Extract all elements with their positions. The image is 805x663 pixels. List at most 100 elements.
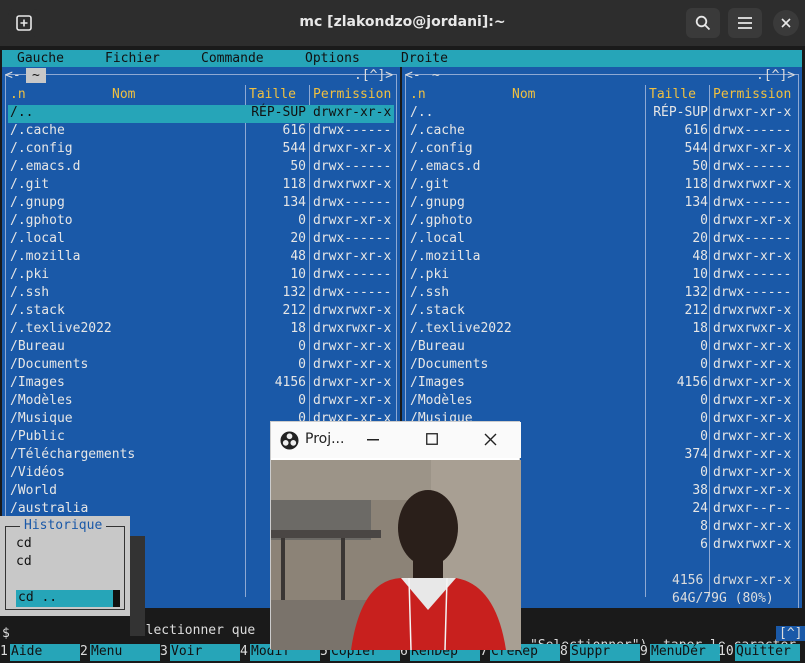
file-row[interactable]: /.gnupg 134 drwx------ [8,195,394,213]
file-row[interactable]: /.git 118 drwxrwxr-x [8,177,394,195]
file-size: 0 [700,465,708,480]
file-size: 4156 [274,375,306,390]
close-icon[interactable] [484,433,497,446]
file-row[interactable]: /.cache 616 drwx------ [408,123,796,141]
file-size: 616 [684,123,708,138]
hamburger-icon [738,17,752,29]
fkey-3[interactable]: 3 Voir [160,644,240,662]
menu-fichier[interactable]: Fichier [105,51,160,66]
file-row[interactable]: /.. RÉP-SUP drwxr-xr-x [8,105,394,123]
fkey-label: Quitter [735,644,800,661]
file-row[interactable]: /.stack 212 drwxrwxr-x [408,303,796,321]
file-name: /.. [410,105,434,120]
webcam-frame [271,460,521,650]
col-name[interactable]: Nom [512,87,535,102]
file-permission: drwx------ [713,159,792,174]
file-permission: drwx------ [313,195,392,210]
file-row[interactable]: /Images 4156 drwxr-xr-x [408,375,796,393]
close-icon [781,18,791,28]
panel-corner[interactable]: .[^]> [354,68,393,83]
file-size: 6 [700,537,708,552]
fkey-10[interactable]: 10 Quitter [718,644,800,662]
panel-path[interactable]: ~ [432,68,440,83]
history-popup[interactable]: Historique cd cd cd .. [0,516,130,616]
close-window-button[interactable] [773,10,799,36]
panel-corner[interactable]: .[^]> [756,68,795,83]
menu-droite[interactable]: Droite [401,51,448,66]
col-perm[interactable]: Permission [713,87,791,102]
panel-left-arrow[interactable]: <- [5,68,21,83]
prompt-history-button[interactable]: [^] [776,626,805,641]
maximize-icon[interactable] [426,433,438,445]
file-row[interactable]: /.mozilla 48 drwxr-xr-x [408,249,796,267]
file-row[interactable]: /.gnupg 134 drwx------ [408,195,796,213]
file-row[interactable]: /.pki 10 drwx------ [8,267,394,285]
file-row[interactable]: /.local 20 drwx------ [8,231,394,249]
file-row[interactable]: /.gphoto 0 drwxr-xr-x [8,213,394,231]
window-title: mc [zlakondzo@jordani]:~ [299,14,506,30]
file-row[interactable]: /.mozilla 48 drwxr-xr-x [8,249,394,267]
file-row[interactable]: /.git 118 drwxrwxr-x [408,177,796,195]
file-row[interactable]: /Documents 0 drwxr-xr-x [408,357,796,375]
file-row[interactable]: /.ssh 132 drwx------ [8,285,394,303]
file-size: 10 [290,267,306,282]
menu-commande[interactable]: Commande [201,51,264,66]
col-name[interactable]: Nom [112,87,135,102]
history-item-selected[interactable]: cd .. [16,590,114,607]
file-row[interactable]: /Bureau 0 drwxr-xr-x [408,339,796,357]
file-row[interactable]: /.pki 10 drwx------ [408,267,796,285]
sort-indicator[interactable]: .n [10,87,26,102]
col-perm[interactable]: Permission [313,87,391,102]
file-row[interactable]: /.local 20 drwx------ [408,231,796,249]
menu-options[interactable]: Options [305,51,360,66]
file-name: /Images [410,375,465,390]
history-item[interactable]: cd [16,536,32,551]
panel-path[interactable]: ~ [26,68,46,83]
file-row[interactable]: /Images 4156 drwxr-xr-x [8,375,394,393]
file-row[interactable]: /Modèles 0 drwxr-xr-x [8,393,394,411]
file-row[interactable]: /Documents 0 drwxr-xr-x [8,357,394,375]
projector-window[interactable]: Proj... [270,421,521,650]
file-permission: drwxr-xr-x [713,141,792,156]
file-row[interactable]: /.gphoto 0 drwxr-xr-x [408,213,796,231]
fkey-9[interactable]: 9 MenuDér [640,644,720,662]
file-size: 10 [692,267,708,282]
fkey-1[interactable]: 1 Aide [0,644,80,662]
file-row[interactable]: /.emacs.d 50 drwx------ [408,159,796,177]
hamburger-menu-button[interactable] [728,8,762,38]
history-scrollbar[interactable] [113,590,120,607]
col-size[interactable]: Taille [249,87,296,102]
sort-indicator[interactable]: .n [410,87,426,102]
file-size: 132 [684,285,708,300]
file-row[interactable]: /.cache 616 drwx------ [8,123,394,141]
file-size: 0 [700,339,708,354]
file-row[interactable]: /Bureau 0 drwxr-xr-x [8,339,394,357]
file-permission: drwxr--r-- [713,501,792,516]
fkey-2[interactable]: 2 Menu [80,644,160,662]
panel-left-arrow[interactable]: <- [405,68,421,83]
col-size[interactable]: Taille [649,87,696,102]
file-row[interactable]: /.stack 212 drwxrwxr-x [8,303,394,321]
mc-menubar: Gauche Fichier Commande Options Droite [2,50,802,67]
file-row[interactable]: /.texlive2022 18 drwxrwxr-x [408,321,796,339]
file-permission: drwx------ [313,231,392,246]
file-size: 616 [282,123,306,138]
file-name: /.config [10,141,73,156]
file-row[interactable]: /.config 544 drwxr-xr-x [8,141,394,159]
menu-gauche[interactable]: Gauche [17,51,64,66]
history-item[interactable]: cd [16,554,32,569]
minimize-icon[interactable] [367,439,379,441]
fkey-8[interactable]: 8 Suppr [560,644,640,662]
file-row[interactable]: /.emacs.d 50 drwx------ [8,159,394,177]
file-size: 48 [692,249,708,264]
file-row[interactable]: /Modèles 0 drwxr-xr-x [408,393,796,411]
fkey-label: Menu [90,644,160,661]
file-row[interactable]: /.config 544 drwxr-xr-x [408,141,796,159]
file-permission: drwxr-xr-x [713,105,792,120]
file-name: /.local [410,231,465,246]
file-row[interactable]: /.. RÉP-SUP drwxr-xr-x [408,105,796,123]
file-row[interactable]: /.texlive2022 18 drwxrwxr-x [8,321,394,339]
search-button[interactable] [686,8,720,38]
file-row[interactable]: /.ssh 132 drwx------ [408,285,796,303]
fkey-number: 8 [560,644,568,659]
